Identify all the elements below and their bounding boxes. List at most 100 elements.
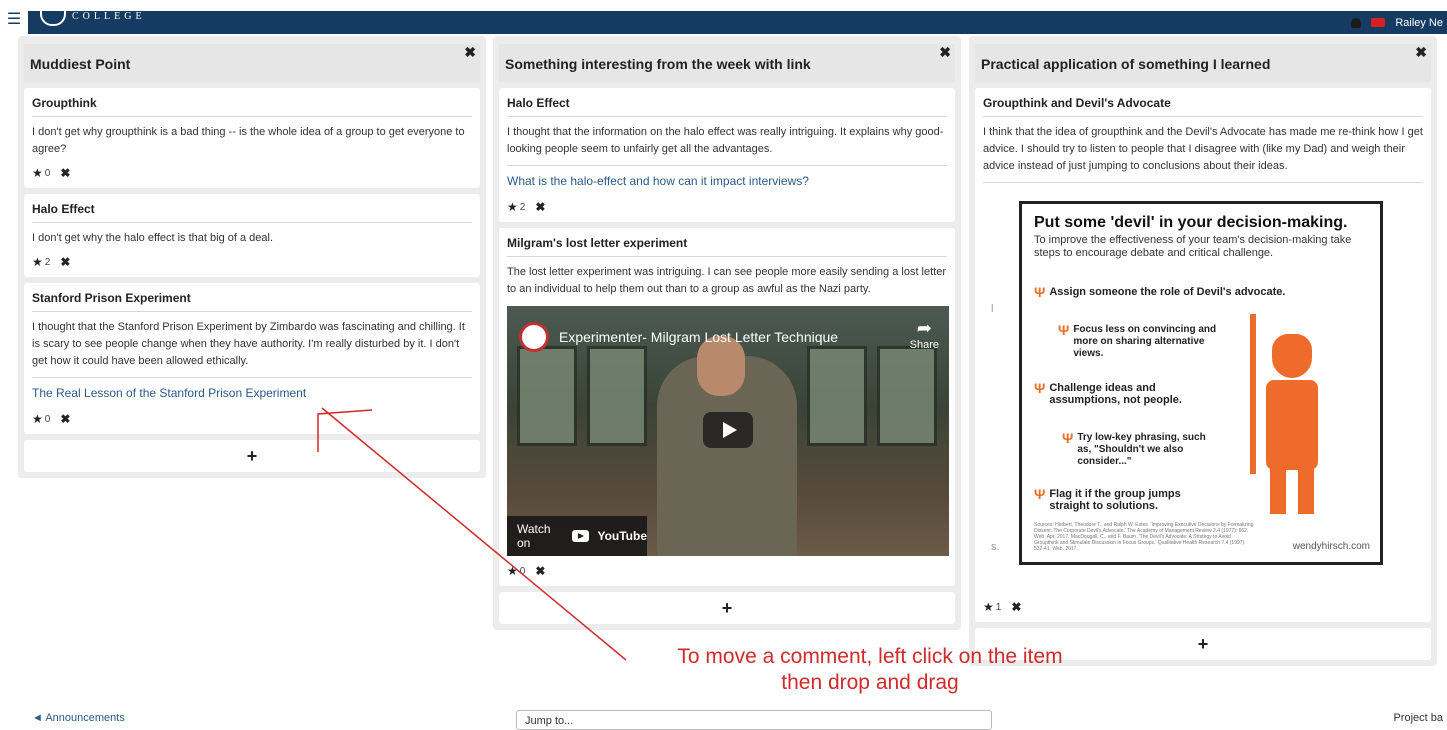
star-icon[interactable]: ★ [507, 564, 518, 578]
shield-icon [40, 4, 66, 26]
video-window-frame [517, 346, 577, 446]
youtube-video[interactable]: Experimenter- Milgram Lost Letter Techni… [507, 306, 949, 556]
footer-nav: ◄ Announcements Jump to... Project ba [0, 708, 1447, 730]
stray-text: s. [991, 541, 1000, 553]
watch-on-youtube-button[interactable]: Watch on YouTube [507, 516, 647, 556]
menu-icon[interactable]: ☰ [0, 8, 28, 34]
vote-count: 2 [519, 201, 526, 213]
star-icon[interactable]: ★ [32, 166, 43, 180]
delete-icon[interactable]: ✖ [1011, 600, 1021, 614]
column-something-interesting: Something interesting from the week with… [493, 36, 961, 630]
delete-icon[interactable]: ✖ [60, 166, 70, 180]
poster-brand: wendyhirsch.com [1292, 541, 1370, 552]
card-title: Halo Effect [32, 202, 472, 223]
vote-count: 2 [44, 256, 51, 268]
comment-card[interactable]: Stanford Prison Experiment I thought tha… [24, 283, 480, 434]
vote-count: 0 [519, 565, 526, 577]
comment-card[interactable]: Groupthink I don't get why groupthink is… [24, 88, 480, 188]
youtube-icon [572, 530, 590, 542]
card-text: The lost letter experiment was intriguin… [507, 266, 947, 295]
share-label: Share [909, 339, 939, 351]
next-activity-link[interactable]: Project ba [1393, 712, 1443, 724]
comment-card[interactable]: Milgram's lost letter experiment The los… [499, 228, 955, 586]
devils-advocate-poster[interactable]: Put some 'devil' in your decision-making… [1019, 201, 1383, 565]
card-link[interactable]: What is the halo-effect and how can it i… [507, 165, 947, 192]
close-icon[interactable]: ✖ [1415, 44, 1427, 61]
column-title: Muddiest Point [30, 56, 131, 72]
column-header[interactable]: Something interesting from the week with… [499, 44, 955, 82]
college-logo[interactable]: HANOVER COLLEGE [40, 0, 157, 34]
column-header[interactable]: Muddiest Point ✖ [24, 44, 480, 82]
card-link[interactable]: The Real Lesson of the Stanford Prison E… [32, 377, 472, 404]
bell-icon[interactable] [1351, 17, 1362, 28]
star-icon[interactable]: ★ [983, 600, 994, 614]
column-practical-application: Practical application of something I lea… [969, 36, 1437, 666]
close-icon[interactable]: ✖ [939, 44, 951, 61]
poster-item: Focus less on convincing and more on sha… [1073, 324, 1217, 359]
poster-sources: Sources: Herbert, Theodore T., and Ralph… [1034, 522, 1254, 552]
poster-title: Put some 'devil' in your decision-making… [1034, 214, 1348, 231]
add-comment-button[interactable]: + [499, 592, 955, 624]
delete-icon[interactable]: ✖ [60, 255, 70, 269]
play-button[interactable] [703, 412, 753, 448]
stray-text: l [991, 303, 994, 315]
comment-card[interactable]: Groupthink and Devil's Advocate I think … [975, 88, 1431, 622]
logo-line1: HANOVER [72, 0, 157, 11]
star-icon[interactable]: ★ [32, 412, 43, 426]
column-muddiest-point: Muddiest Point ✖ Groupthink I don't get … [18, 36, 486, 478]
trident-icon: Ψ [1034, 486, 1046, 502]
card-text: I think that the idea of groupthink and … [983, 126, 1423, 172]
user-name[interactable]: Railey Ne [1395, 17, 1443, 29]
top-navbar: ☰ HANOVER COLLEGE Railey Ne [0, 0, 1447, 34]
card-text: I don't get why groupthink is a bad thin… [32, 126, 465, 155]
share-icon: ➦ [916, 318, 932, 338]
close-icon[interactable]: ✖ [464, 44, 476, 61]
trident-icon: Ψ [1034, 284, 1046, 300]
video-window-frame [807, 346, 867, 446]
video-window-frame [587, 346, 647, 446]
logo-line2: COLLEGE [72, 11, 146, 22]
navbar-band [0, 11, 1447, 34]
column-header[interactable]: Practical application of something I lea… [975, 44, 1431, 82]
youtube-label: YouTube [597, 529, 647, 543]
poster-item: Challenge ideas and assumptions, not peo… [1049, 382, 1182, 406]
star-icon[interactable]: ★ [32, 255, 43, 269]
previous-activity-link[interactable]: ◄ Announcements [32, 712, 125, 724]
video-window-frame [877, 346, 937, 446]
column-title: Practical application of something I lea… [981, 56, 1271, 72]
poster-container: l s. Put some 'devil' in your decision-m… [983, 182, 1423, 592]
share-button[interactable]: ➦ Share [910, 318, 939, 351]
card-title: Groupthink [32, 96, 472, 117]
comment-card[interactable]: Halo Effect I don't get why the halo eff… [24, 194, 480, 277]
card-title: Halo Effect [507, 96, 947, 117]
delete-icon[interactable]: ✖ [535, 200, 545, 214]
card-title: Stanford Prison Experiment [32, 291, 472, 312]
poster-item: Assign someone the role of Devil's advoc… [1049, 286, 1286, 298]
trident-icon: Ψ [1034, 380, 1046, 396]
delete-icon[interactable]: ✖ [535, 564, 545, 578]
comment-card[interactable]: Halo Effect I thought that the informati… [499, 88, 955, 222]
trident-icon: Ψ [1062, 430, 1074, 446]
vote-count: 0 [44, 167, 51, 179]
annotation-line1: To move a comment, left click on the ite… [677, 645, 1063, 668]
poster-item: Flag it if the group jumps straight to s… [1049, 488, 1181, 512]
vote-count: 0 [44, 413, 51, 425]
add-comment-button[interactable]: + [24, 440, 480, 472]
poster-subtitle: To improve the effectiveness of your tea… [1034, 234, 1352, 259]
messages-icon[interactable] [1371, 18, 1386, 27]
star-icon[interactable]: ★ [507, 200, 518, 214]
channel-avatar[interactable] [519, 322, 549, 352]
card-text: I don't get why the halo effect is that … [32, 232, 274, 244]
watch-label: Watch on [517, 522, 551, 550]
devil-illustration [1250, 314, 1340, 514]
column-title: Something interesting from the week with… [505, 56, 811, 72]
user-area: Railey Ne [1351, 11, 1447, 34]
trident-icon: Ψ [1058, 322, 1070, 338]
poster-item: Try low-key phrasing, such as, "Shouldn'… [1077, 432, 1206, 467]
card-text: I thought that the Stanford Prison Exper… [32, 321, 465, 367]
video-title[interactable]: Experimenter- Milgram Lost Letter Techni… [559, 329, 838, 345]
delete-icon[interactable]: ✖ [60, 412, 70, 426]
jump-to-select[interactable]: Jump to... [516, 710, 992, 730]
annotation-line2: then drop and drag [781, 671, 959, 694]
annotation-text: To move a comment, left click on the ite… [620, 644, 1120, 696]
